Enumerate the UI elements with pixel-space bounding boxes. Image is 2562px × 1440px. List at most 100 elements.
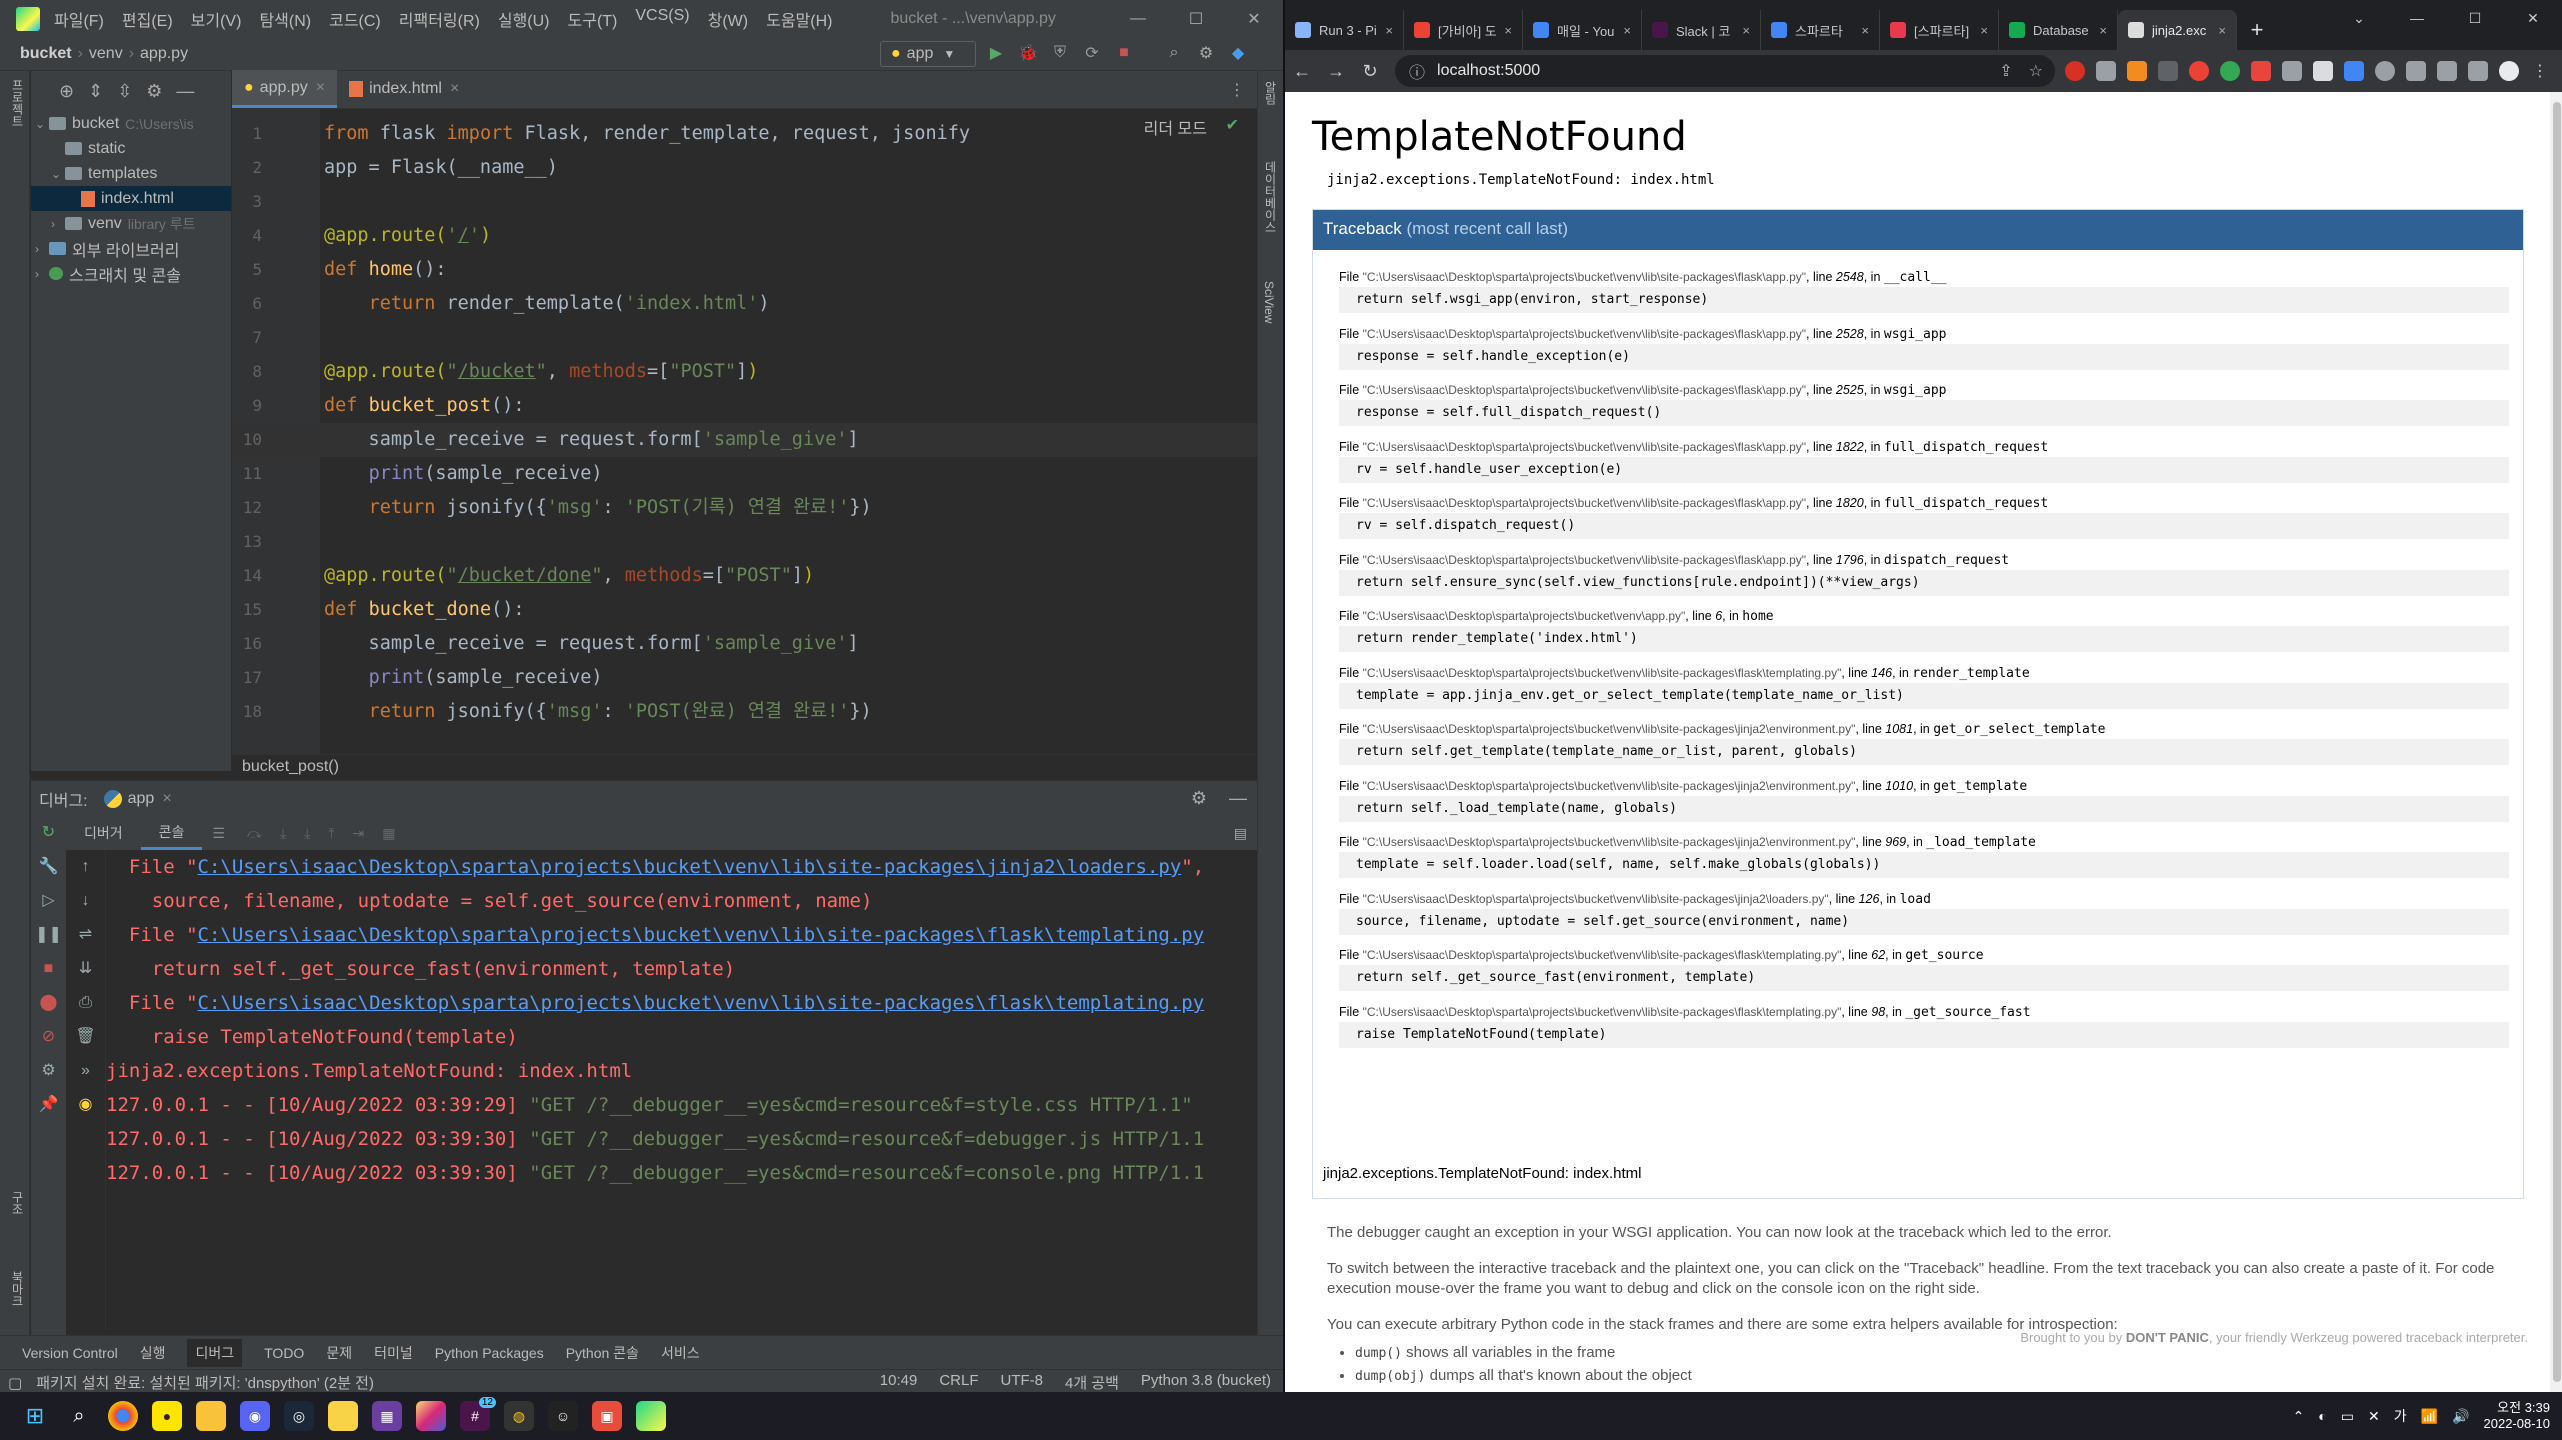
minimize-icon[interactable]: — [2388,0,2446,36]
tree-item-external-libraries[interactable]: › 외부 라이브러리 [31,236,231,261]
traceback-frame[interactable]: File "C:\Users\isaac\Desktop\sparta\proj… [1339,496,2509,539]
code-line[interactable]: 13 [232,525,1257,559]
sticky-notes-icon[interactable] [328,1401,358,1431]
tool-tab[interactable]: Python Packages [435,1345,544,1361]
tree-item-static[interactable]: static [31,136,231,161]
code-line[interactable]: 5 def home(): [232,253,1257,287]
tray-icon[interactable]: ▭ [2341,1408,2354,1425]
status-item[interactable]: UTF-8 [1001,1372,1044,1393]
puzzle-icon[interactable] [2406,61,2426,81]
tool-tab[interactable]: 서비스 [661,1343,700,1363]
menu-item[interactable]: 도움말(H) [766,7,832,31]
tray-icon[interactable]: ◐ [2318,1408,2326,1424]
pin-icon[interactable]: 📌 [31,1088,66,1122]
breadcrumb-folder[interactable]: venv [89,45,123,63]
traceback-frame[interactable]: File "C:\Users\isaac\Desktop\sparta\proj… [1339,553,2509,596]
traceback-header[interactable]: Traceback (most recent call last) [1313,210,2523,250]
close-icon[interactable]: ✕ [1225,0,1283,37]
arrow-down-icon[interactable]: ↓ [66,884,105,918]
traceback-frame[interactable]: File "C:\Users\isaac\Desktop\sparta\proj… [1339,383,2509,426]
code-line[interactable]: 8 @app.route("/bucket", methods=["POST"]) [232,355,1257,389]
new-tab-icon[interactable]: + [2237,10,2277,50]
step-into-icon[interactable]: ⤓ [280,825,286,842]
gear-icon[interactable]: ⚙ [31,1054,66,1088]
trash-icon[interactable]: 🗑 [66,1020,105,1054]
code-line[interactable]: 12 return jsonify({'msg': 'POST(기록) 연결 완… [232,491,1257,525]
tree-item-scratches[interactable]: › 스크래치 및 콘솔 [31,261,231,286]
forward-icon[interactable]: → [1319,61,1353,82]
extension-icon[interactable] [2096,61,2116,81]
step-out-icon[interactable]: ⤒ [328,825,334,842]
tree-item-index-html[interactable]: index.html [31,186,231,211]
traceback-frame[interactable]: File "C:\Users\isaac\Desktop\sparta\proj… [1339,609,2509,652]
close-icon[interactable]: × [1742,23,1750,38]
wifi-icon[interactable]: 📶 [2421,1408,2438,1425]
code-line[interactable]: 1 from flask import Flask, render_templat… [232,117,1257,151]
code-line[interactable]: 18 return jsonify({'msg': 'POST(완료) 연결 완… [232,695,1257,729]
status-item[interactable]: 10:49 [880,1372,918,1393]
app-icon[interactable]: ▦ [372,1401,402,1431]
soft-wrap-icon[interactable]: ⇌ [66,918,105,952]
menu-item[interactable]: 탐색(N) [259,7,311,31]
traceback-frame[interactable]: File "C:\Users\isaac\Desktop\sparta\proj… [1339,666,2509,709]
discord-icon[interactable]: ◉ [240,1401,270,1431]
close-icon[interactable]: × [1385,23,1393,38]
python-console-icon[interactable]: ◉ [66,1088,105,1122]
browser-tab[interactable]: Run 3 - Pi × [1285,10,1404,50]
code-line[interactable]: 10 sample_receive = request.form['sample… [232,423,1257,457]
menu-item[interactable]: 편집(E) [122,7,173,31]
tree-item-bucket[interactable]: ⌄ bucket C:\Users\is [31,111,231,136]
code-line[interactable]: 16 sample_receive = request.form['sample… [232,627,1257,661]
extension-icon[interactable] [2189,61,2209,81]
info-icon[interactable]: ⓘ [1409,59,1425,83]
instagram-icon[interactable] [416,1401,446,1431]
star-icon[interactable]: ☆ [2029,61,2043,81]
wrench-icon[interactable]: 🔧 [31,850,66,884]
browser-tab[interactable]: jinja2.exc × [2118,10,2237,50]
close-icon[interactable]: × [1623,23,1631,38]
search-icon[interactable]: ⌕ [1163,42,1185,64]
sciview-tool-tab[interactable]: SciView [1262,281,1276,323]
debug-icon[interactable]: 🐞 [1017,42,1039,64]
traceback-frame[interactable]: File "C:\Users\isaac\Desktop\sparta\proj… [1339,440,2509,483]
scroll-to-end-icon[interactable]: ⇊ [66,952,105,986]
stop-icon[interactable]: ■ [31,952,66,986]
avatar[interactable] [2499,61,2519,81]
tab-index-html[interactable]: index.html × [337,70,471,108]
gear-icon[interactable]: ⚙ [1191,788,1207,809]
tool-tab[interactable]: 디버그 [187,1338,243,1367]
tree-item-venv[interactable]: › venv library 루트 [31,211,231,236]
minimize-icon[interactable]: — [1109,0,1167,37]
rerun-icon[interactable]: ↻ [31,816,66,850]
menu-item[interactable]: 보기(V) [191,7,242,31]
chevron-down-icon[interactable]: ⌄ [2330,0,2388,36]
close-icon[interactable]: × [162,790,171,808]
status-message[interactable]: 패키지 설치 완료: 설치된 패키지: 'dnspython' (2분 전) [36,1372,374,1393]
language-icon[interactable]: 가 [2394,1406,2407,1426]
app-icon[interactable]: ◍ [504,1401,534,1431]
tool-tab[interactable]: TODO [264,1345,304,1361]
extension-icon[interactable] [2375,61,2395,81]
arrow-up-icon[interactable]: ↑ [66,850,105,884]
run-to-cursor-icon[interactable]: ⇥ [353,825,365,842]
step-into-my-code-icon[interactable]: ⤓ [304,825,310,842]
extension-icon[interactable] [2158,61,2178,81]
browser-tab[interactable]: [스파르타] × [1880,10,1999,50]
menu-item[interactable]: 리팩터링(R) [399,7,480,31]
notifications-tool-tab[interactable]: 알림 [1262,81,1279,105]
run-config-select[interactable]: ● app ▼ [880,41,976,67]
tab-debugger[interactable]: 디버거 [66,816,141,850]
browser-tab[interactable]: Database × [1999,10,2118,50]
close-icon[interactable]: × [450,80,459,98]
chrome-icon[interactable] [108,1401,138,1431]
slack-icon[interactable]: #12 [460,1397,496,1431]
menu-item[interactable]: 실행(U) [498,7,550,31]
tree-item-templates[interactable]: ⌄ templates [31,161,231,186]
close-icon[interactable]: ✕ [2504,0,2562,36]
traceback-frame[interactable]: File "C:\Users\isaac\Desktop\sparta\proj… [1339,270,2509,313]
browser-tab[interactable]: [가비아] 도 × [1404,10,1523,50]
status-item[interactable]: Python 3.8 (bucket) [1141,1372,1271,1393]
tool-tab[interactable]: Version Control [22,1345,118,1361]
sidebar-icon[interactable] [2468,61,2488,81]
browser-tab[interactable]: 매일 - You × [1523,10,1642,50]
